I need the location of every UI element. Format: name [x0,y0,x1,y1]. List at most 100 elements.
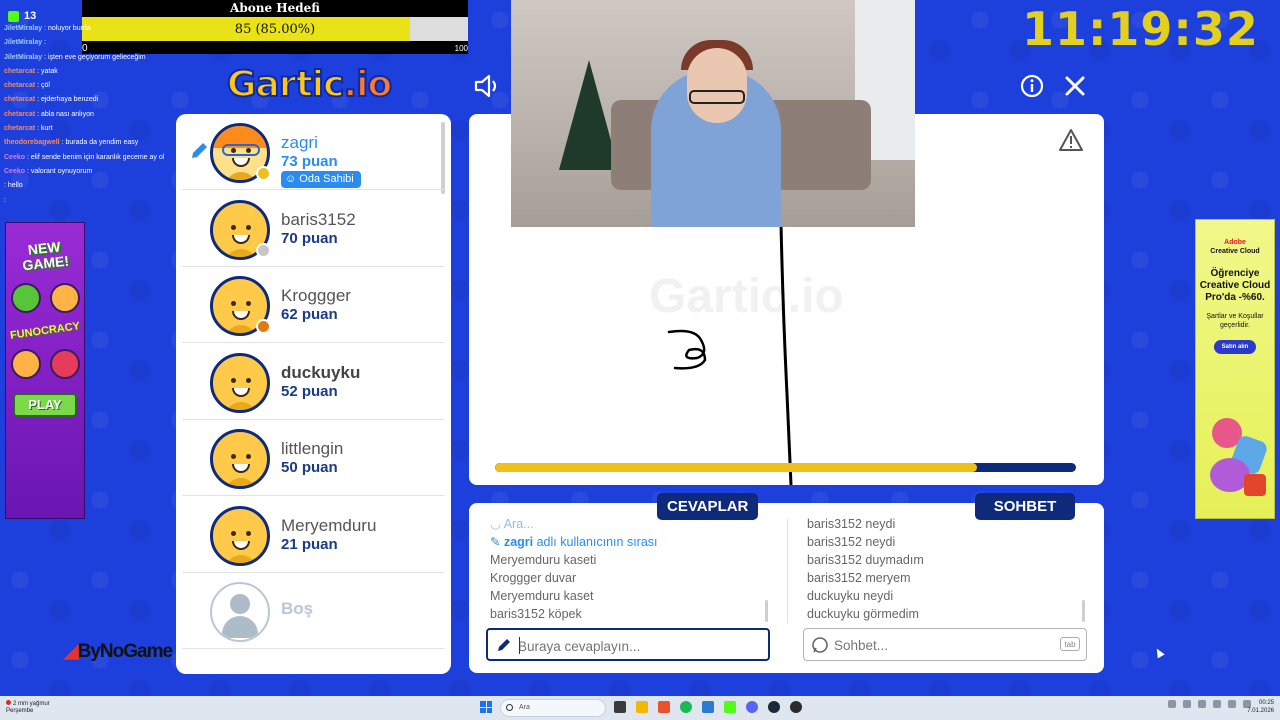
feed-line: baris3152 duymadım [807,553,924,567]
player-points: 52 puan [281,382,338,400]
player-points: 62 puan [281,306,338,323]
stream-chat-message: chetarcat : yatak [4,67,58,75]
stream-chat-message: JiletMiralay : [4,39,47,47]
chat-input[interactable] [834,635,1044,655]
stream-chat-message: : hello [4,182,23,190]
feed-line: baris3152 meryem [807,571,911,585]
info-icon[interactable] [1017,71,1047,101]
stream-chat-message: JiletMiralay : işten eve geçiyorum gelie… [4,53,146,61]
player-points: 21 puan [281,535,338,553]
sound-icon[interactable] [472,71,502,101]
feed-line: ◡ Ara... [490,517,534,531]
player-row[interactable]: duckuyku 52 puan [182,344,444,420]
tray-app-icon [1183,700,1191,708]
chat-scrollbar[interactable] [1082,600,1085,622]
search-icon [506,704,513,711]
text-caret [519,637,520,654]
player-avatar [210,582,270,642]
taskbar-clock[interactable]: 00:25 7.01.2026 [1240,699,1274,715]
round-timer-fill [495,463,978,472]
stream-clock: 11:19:32 [1022,2,1259,56]
player-row[interactable]: zagri 73 puan ☺ Oda Sahibi [182,114,444,190]
chat-input-box[interactable]: tab [803,628,1087,661]
tab-answers[interactable]: CEVAPLAR [657,493,758,520]
tab-chat[interactable]: SOHBET [975,493,1075,520]
wifi-icon [1228,700,1236,708]
stream-chat-message: Ceeko : elif sende benim için karanlık g… [4,153,165,161]
mic-icon [1213,700,1221,708]
stream-chat-message: theodorebagwell : burada da yendim easy [4,139,139,147]
feed-line: duckuyku görmedim [807,607,919,621]
player-name: baris3152 [281,209,356,229]
discord-icon[interactable] [746,701,758,713]
firefox-icon[interactable] [658,701,670,713]
chat-feed: baris3152 neydi baris3152 neydi baris3152 … [807,515,924,623]
obs-icon[interactable] [790,701,802,713]
feed-line: baris3152 neydi [807,517,896,531]
sponsor-mark-icon: ◢ [64,641,79,662]
stream-chat-message: chetarcat : ejderhaya benzedi [4,96,99,104]
player-points: 50 puan [281,459,338,476]
ad-character-icon [10,349,41,379]
loading-icon: ◡ [490,517,504,531]
answers-scrollbar[interactable] [765,600,768,622]
player-row[interactable]: Kroggger 62 puan [182,267,444,343]
task-view-icon[interactable] [614,701,626,713]
feed-line: baris3152 neydi [807,535,896,549]
start-button-icon[interactable] [480,701,492,713]
round-timer-bar [495,463,1076,472]
room-owner-badge: ☺ Oda Sahibi [281,171,361,188]
player-name: Kroggger [281,286,351,305]
stream-chat-message: Ceeko : valorant oynuyorum [4,167,93,175]
player-row[interactable]: Boş [182,573,444,649]
drawing-pencil-icon [192,143,207,158]
ad-headline: Öğrenciye Creative Cloud Pro'da -%60. [1199,268,1271,303]
stream-chat-overlay: JiletMiralay : noluyor burda JiletMiralay… [0,22,200,242]
ad-new-game-text: NEW GAME! [21,238,70,274]
system-tray[interactable] [1168,700,1251,708]
player-row[interactable]: Meryemduru 21 puan [182,497,444,573]
player-points: 73 puan [281,153,338,170]
player-status-dot [256,242,271,258]
left-advertisement[interactable]: NEW GAME! FUNOCRACY PLAY [5,222,85,519]
file-explorer-icon[interactable] [636,701,648,713]
kick-viewer-count: 13 [8,10,36,22]
player-status-dot [256,319,271,334]
player-name: Meryemduru [281,515,377,535]
app-icon[interactable] [702,701,714,713]
spotify-icon[interactable] [680,701,692,713]
sub-goal-max: 100 [454,44,468,53]
ad-character-icon [10,283,41,313]
tray-app-icon [1198,700,1206,708]
ad-brand: FUNOCRACY [9,320,81,342]
ad-brand: Adobe Creative Cloud [1210,239,1260,255]
answer-input[interactable] [518,636,728,656]
close-icon[interactable] [1060,71,1090,101]
player-status-dot [256,166,271,181]
streamer-webcam [511,0,915,227]
steam-icon[interactable] [768,701,780,713]
right-advertisement[interactable]: Adobe Creative Cloud Öğrenciye Creative … [1195,219,1275,519]
gartic-logo[interactable]: Gartic.io [226,63,393,106]
feed-line: baris3152 köpek [490,607,582,621]
ad-cta-button[interactable]: Satın alın [1213,340,1257,354]
stream-chat-message: chetarcat : kurt [4,125,53,133]
player-avatar [210,429,270,489]
kick-app-icon[interactable] [724,701,736,713]
report-warning-icon[interactable] [1058,128,1084,152]
weather-widget[interactable]: 2 mm yağmur Perşembe [6,700,50,715]
answer-input-box[interactable] [486,628,770,661]
player-row[interactable]: baris3152 70 puan [182,191,444,267]
players-panel: zagri 73 puan ☺ Oda Sahibi baris3152 70 puan… [176,114,451,674]
empty-slot-label: Boş [281,599,314,618]
ad-artwork [1202,408,1269,508]
tray-chevron-icon [1168,700,1176,708]
taskbar-search[interactable]: Ara [500,699,606,717]
ad-character-icon [49,349,80,379]
smile-icon: ☺ [285,173,300,185]
sub-goal-title: Abone Hedefi [230,1,320,15]
ad-play-button[interactable]: PLAY [13,393,77,417]
ad-character-icon [49,283,80,313]
pencil-icon: ✎ [490,535,504,549]
player-row[interactable]: littlengin 50 puan [182,420,444,496]
